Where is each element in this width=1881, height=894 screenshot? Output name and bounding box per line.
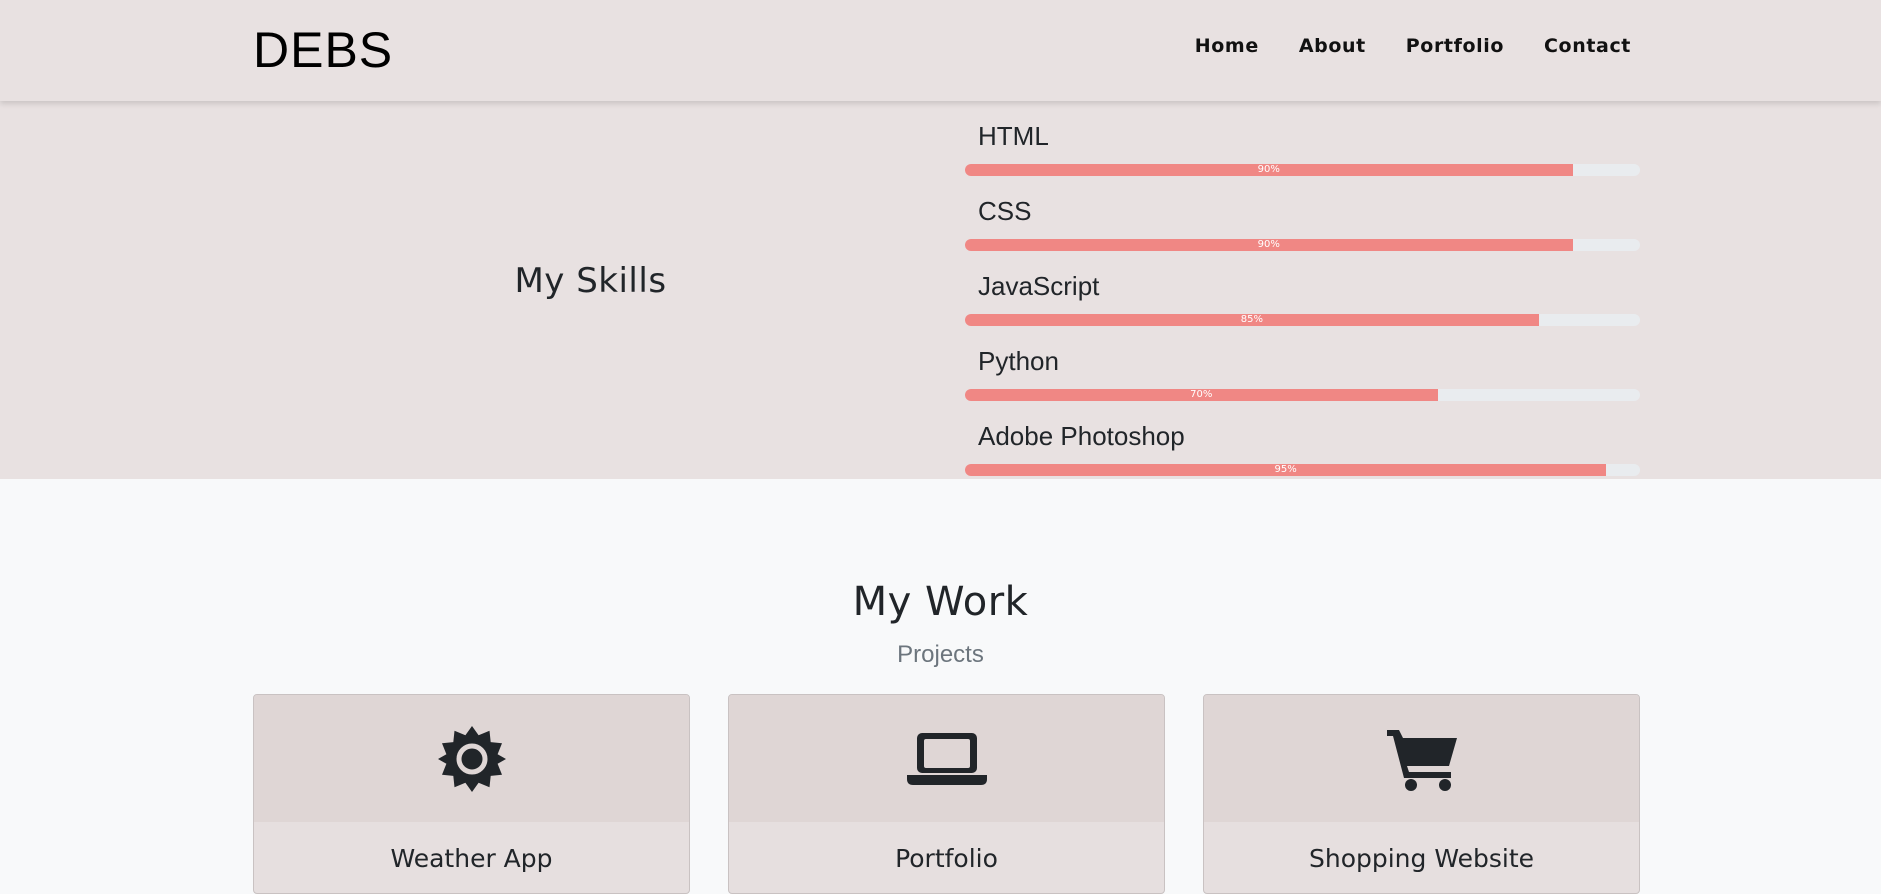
skill-item: Adobe Photoshop 95% — [965, 421, 1640, 476]
skill-progress-fill: 90% — [965, 164, 1573, 176]
skill-name: JavaScript — [978, 271, 1100, 301]
skill-progress-fill: 95% — [965, 464, 1607, 476]
skill-progress-bar: 85% — [965, 314, 1640, 326]
skill-item: HTML 90% — [965, 121, 1640, 176]
skill-progress-fill: 85% — [965, 314, 1539, 326]
nav-links: Home About Portfolio Contact — [1195, 35, 1631, 57]
skill-name: Adobe Photoshop — [978, 421, 1185, 451]
navbar: DEBS Home About Portfolio Contact — [0, 0, 1881, 101]
card-title: Portfolio — [895, 844, 998, 873]
card-title: Weather App — [390, 844, 553, 873]
laptop-icon — [906, 732, 987, 785]
work-title: My Work — [852, 579, 1029, 625]
nav-link-portfolio[interactable]: Portfolio — [1406, 35, 1504, 57]
nav-link-home[interactable]: Home — [1195, 35, 1259, 57]
skill-item: CSS 90% — [965, 196, 1640, 251]
nav-link-about[interactable]: About — [1299, 35, 1366, 57]
work-section: My Work Projects Weather App Portfolio S… — [0, 479, 1881, 894]
skill-progress-fill: 70% — [965, 389, 1438, 401]
card-header — [254, 695, 689, 822]
skill-progress-bar: 70% — [965, 389, 1640, 401]
work-subtitle: Projects — [897, 641, 984, 668]
skills-section: My Skills HTML 90% CSS 90% JavaScript 85… — [0, 101, 1881, 479]
sun-icon — [437, 725, 506, 792]
skill-progress-bar: 90% — [965, 239, 1640, 251]
skill-item: JavaScript 85% — [965, 271, 1640, 326]
nav-link-contact[interactable]: Contact — [1544, 35, 1631, 57]
shopping-cart-icon — [1386, 729, 1457, 791]
skill-name: CSS — [978, 196, 1032, 226]
brand-logo[interactable]: DEBS — [253, 20, 393, 80]
project-card-weather-app[interactable]: Weather App — [253, 694, 690, 894]
project-card-portfolio[interactable]: Portfolio — [728, 694, 1165, 894]
project-card-shopping-website[interactable]: Shopping Website — [1203, 694, 1640, 894]
card-title: Shopping Website — [1308, 844, 1534, 873]
skill-progress-bar: 90% — [965, 164, 1640, 176]
skill-item: Python 70% — [965, 346, 1640, 401]
skill-progress-fill: 90% — [965, 239, 1573, 251]
skill-name: Python — [978, 346, 1059, 376]
skill-name: HTML — [978, 121, 1049, 151]
card-header — [1204, 695, 1639, 822]
card-header — [729, 695, 1164, 822]
skill-progress-bar: 95% — [965, 464, 1640, 476]
